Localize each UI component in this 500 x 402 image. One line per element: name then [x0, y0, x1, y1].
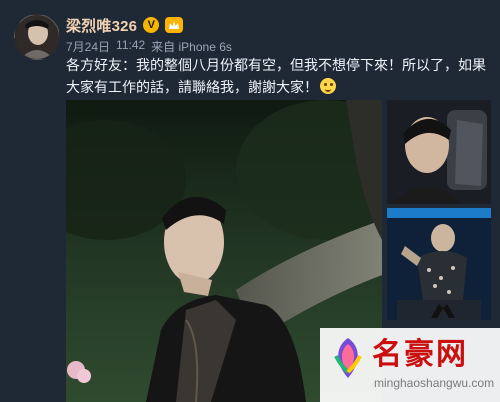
- watermark: 名豪网 minghaoshangwu.com: [320, 328, 500, 402]
- thumb-selfie[interactable]: [387, 100, 491, 204]
- post-text: 各方好友：我的整個八月份都有空，但我不想停下來！所以了，如果大家有工作的話，請聯…: [66, 58, 486, 96]
- crown-icon[interactable]: [165, 17, 184, 33]
- post-meta: 7月24日 11:42 来自 iPhone 6s: [66, 38, 232, 55]
- user-name-row: 梁烈唯326 V: [66, 14, 184, 36]
- weibo-post: 梁烈唯326 V 7月24日 11:42 来自 iPhone 6s 各方好友：我…: [0, 0, 500, 402]
- watermark-url: minghaoshangwu.com: [374, 376, 495, 390]
- watermark-title: 名豪网: [372, 337, 468, 372]
- user-avatar[interactable]: [14, 14, 60, 60]
- watermark-logo-icon: [334, 338, 362, 378]
- v-badge-icon[interactable]: V: [143, 17, 160, 33]
- user-name[interactable]: 梁烈唯326: [66, 15, 137, 36]
- thumb-stage[interactable]: [387, 208, 491, 320]
- post-date[interactable]: 7月24日: [66, 38, 110, 55]
- post-time: 11:42: [116, 38, 146, 52]
- blowing-kiss-emoji-icon: [320, 78, 336, 94]
- post-source: 来自 iPhone 6s: [151, 40, 232, 54]
- post-body: 各方好友：我的整個八月份都有空，但我不想停下來！所以了，如果大家有工作的話，請聯…: [66, 55, 486, 99]
